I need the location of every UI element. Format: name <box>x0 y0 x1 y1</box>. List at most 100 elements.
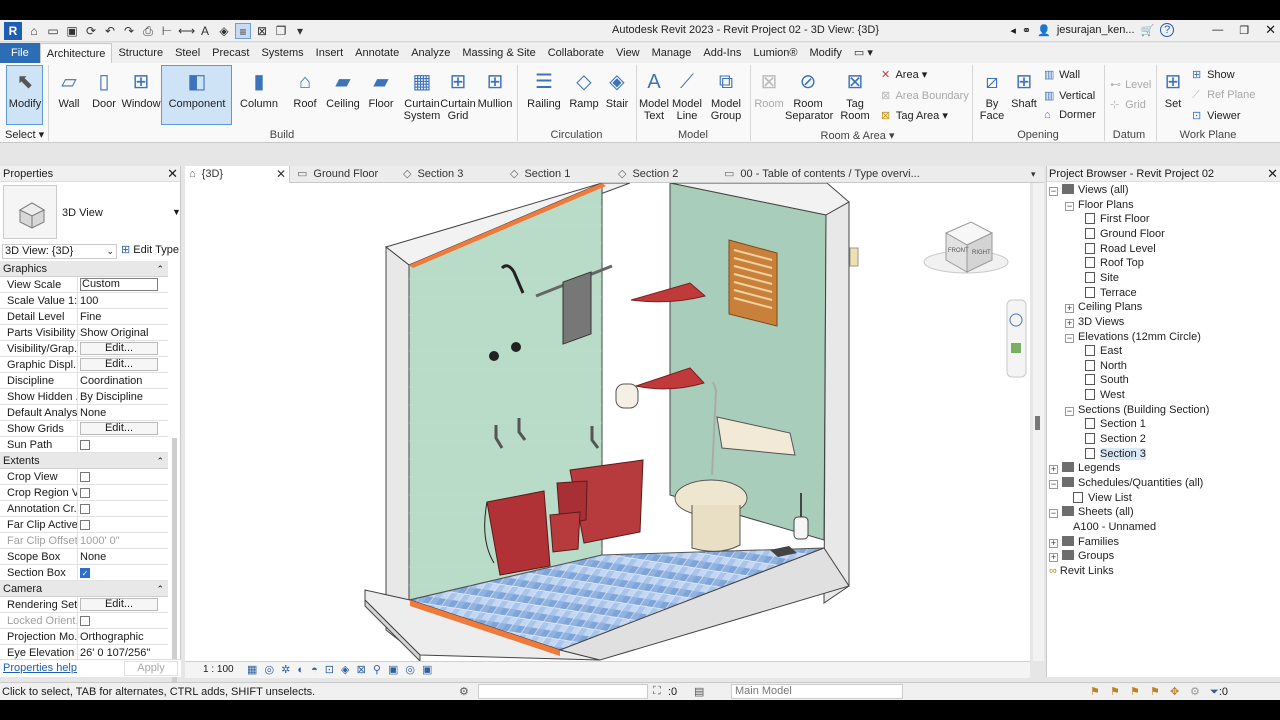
property-value[interactable] <box>78 517 168 532</box>
property-value[interactable]: Edit... <box>78 421 168 436</box>
ramp-button[interactable]: ◇ Ramp <box>566 69 602 110</box>
mullion-button[interactable]: ⊞ Mullion <box>476 69 514 110</box>
tree-item[interactable]: − Sections (Building Section) <box>1065 403 1209 417</box>
print-icon[interactable]: ⎙ <box>140 23 156 39</box>
shaft-button[interactable]: ⊞ Shaft <box>1008 69 1040 110</box>
tab-modify[interactable]: Modify <box>804 43 848 63</box>
tab-annotate[interactable]: Annotate <box>349 43 405 63</box>
tree-item[interactable]: ∞ Revit Links <box>1049 564 1114 578</box>
tab-steel[interactable]: Steel <box>169 43 206 63</box>
model-group-button[interactable]: ⧉ Model Group <box>707 69 745 122</box>
property-value[interactable]: Orthographic <box>78 629 168 644</box>
properties-help-link[interactable]: Properties help <box>3 662 77 674</box>
select-links-icon[interactable]: ⚑ <box>1090 685 1100 698</box>
value-field[interactable]: Custom <box>80 278 158 291</box>
tree-item[interactable]: First Floor <box>1085 212 1150 226</box>
area-boundary-button[interactable]: ⊠ Area Boundary <box>881 89 969 102</box>
expand-icon[interactable]: + <box>1065 318 1074 328</box>
tree-item[interactable]: Road Level <box>1085 242 1156 256</box>
ribbon-options-icon[interactable]: ▭ ▾ <box>848 43 879 63</box>
collapse-icon[interactable]: − <box>1065 406 1074 416</box>
close-browser-icon[interactable]: ✕ <box>1267 166 1278 182</box>
tab-section-1[interactable]: ◇ Section 1 <box>510 166 570 183</box>
customize-qat-icon[interactable]: ▾ <box>292 23 308 39</box>
tree-item[interactable]: − Sheets (all) <box>1049 505 1134 519</box>
curtain-system-button[interactable]: ▦ Curtain System <box>402 69 442 122</box>
instance-filter[interactable]: 3D View: {3D} ⌄ <box>2 244 117 259</box>
tab-view[interactable]: View <box>610 43 646 63</box>
viewcube[interactable]: FRONT RIGHT <box>923 221 1009 274</box>
close-properties-icon[interactable]: ✕ <box>167 166 178 182</box>
checkbox[interactable] <box>80 472 90 482</box>
edit-button[interactable]: Edit... <box>80 358 158 371</box>
editable-only-icon[interactable]: ⛶ <box>653 685 661 698</box>
tree-item[interactable]: Ground Floor <box>1085 227 1165 241</box>
property-value[interactable]: None <box>78 549 168 564</box>
property-value[interactable]: Fine <box>78 309 168 324</box>
property-group[interactable]: Extents ⌃ <box>0 453 168 469</box>
tab-systems[interactable]: Systems <box>255 43 309 63</box>
expand-icon[interactable]: + <box>1049 465 1058 475</box>
tree-item[interactable]: − Schedules/Quantities (all) <box>1049 476 1203 490</box>
tab-ground-floor[interactable]: ▭ Ground Floor <box>297 166 378 183</box>
property-group[interactable]: Graphics ⌃ <box>0 261 168 277</box>
tree-item[interactable]: South <box>1085 373 1129 387</box>
binoculars-icon[interactable]: ⚭ <box>1022 24 1031 37</box>
window-button[interactable]: ⊞ Window <box>121 69 161 110</box>
edit-button[interactable]: Edit... <box>80 422 158 435</box>
tab-precast[interactable]: Precast <box>206 43 255 63</box>
tree-item[interactable]: Terrace <box>1085 286 1137 300</box>
thin-lines-icon[interactable]: ≡ <box>235 23 251 39</box>
viewport-vertical-scrollbar[interactable] <box>1033 183 1044 661</box>
tree-item[interactable]: West <box>1085 388 1125 402</box>
scroll-thumb[interactable] <box>1035 416 1040 430</box>
drag-elements-icon[interactable]: ✥ <box>1170 685 1179 698</box>
cart-icon[interactable]: 🛒 <box>1141 24 1155 37</box>
revit-app-icon[interactable]: R <box>4 22 22 40</box>
area-button[interactable]: ✕ Area ▾ <box>881 68 927 81</box>
property-value[interactable] <box>78 437 168 452</box>
collapse-icon[interactable]: − <box>1049 480 1058 489</box>
show-work-plane-button[interactable]: ⊞ Show <box>1192 68 1235 81</box>
viewer-button[interactable]: ⊡ Viewer <box>1192 109 1241 122</box>
open-icon[interactable]: ▭ <box>45 23 61 39</box>
select-pinned-icon[interactable]: ⚑ <box>1130 685 1140 698</box>
tree-item[interactable]: + Families <box>1049 535 1119 549</box>
ref-plane-button[interactable]: ⟋ Ref Plane <box>1192 89 1255 102</box>
tab-collaborate[interactable]: Collaborate <box>542 43 610 63</box>
column-button[interactable]: ▮ Column <box>238 69 280 110</box>
property-value[interactable]: Custom <box>78 277 168 292</box>
view-control-icons[interactable]: ▦ ◎ ✲ ◐ ◓ ⊡ ◈ ⊠ ⚲ ▣ ◎ ▣ <box>247 663 434 676</box>
tab-lumion[interactable]: Lumion® <box>747 43 803 63</box>
tab-insert[interactable]: Insert <box>310 43 350 63</box>
3d-viewport[interactable]: FRONT RIGHT <box>185 182 1030 663</box>
tree-item[interactable]: North <box>1085 359 1127 373</box>
tree-item[interactable]: +3D Views <box>1065 315 1124 329</box>
tab-table-of-contents[interactable]: ▭ 00 - Table of contents / Type overvi... <box>724 166 920 183</box>
tab-architecture[interactable]: Architecture <box>39 43 113 63</box>
edit-type-button[interactable]: ⊞ Edit Type <box>121 243 179 256</box>
checkbox[interactable]: ✓ <box>80 568 90 578</box>
tree-item[interactable]: Section 1 <box>1085 417 1146 431</box>
property-value[interactable]: By Discipline <box>78 389 168 404</box>
tree-item[interactable]: − Elevations (12mm Circle) <box>1065 330 1201 344</box>
component-button[interactable]: ◧ Component <box>162 69 232 110</box>
tag-icon[interactable]: A <box>197 23 213 39</box>
switch-windows-icon[interactable]: ❐ <box>273 23 289 39</box>
property-value[interactable]: Coordination <box>78 373 168 388</box>
filter-count[interactable]: ⏷:0 <box>1210 686 1228 699</box>
tab-file[interactable]: File <box>0 43 40 63</box>
tree-item[interactable]: + Legends <box>1049 461 1120 475</box>
tab-analyze[interactable]: Analyze <box>405 43 456 63</box>
collapse-icon[interactable]: − <box>1065 333 1074 343</box>
expand-icon[interactable]: + <box>1049 538 1058 548</box>
workset-selector[interactable] <box>478 684 648 699</box>
measure-icon[interactable]: ⊢ <box>159 23 175 39</box>
vertical-opening-button[interactable]: ▥ Vertical <box>1044 89 1095 102</box>
room-area-panel-label[interactable]: Room & Area ▾ <box>750 129 965 142</box>
tree-item[interactable]: + Ceiling Plans <box>1065 300 1142 314</box>
property-group[interactable]: Camera ⌃ <box>0 581 168 597</box>
tree-item[interactable]: A100 - Unnamed <box>1073 520 1156 534</box>
tab-section-3[interactable]: ◇ Section 3 <box>403 166 463 183</box>
zoom-icon[interactable] <box>1011 343 1021 353</box>
